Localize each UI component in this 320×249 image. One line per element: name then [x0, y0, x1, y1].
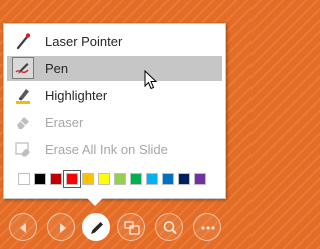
menu-item-pen[interactable]: Pen [7, 56, 222, 81]
color-swatch[interactable] [178, 173, 190, 185]
menu-item-highlighter[interactable]: Highlighter [7, 83, 222, 108]
pen-icon [91, 222, 103, 234]
pen-tool-button[interactable] [82, 213, 110, 241]
color-swatch[interactable] [114, 173, 126, 185]
previous-slide-button[interactable] [9, 213, 37, 241]
color-swatch[interactable] [63, 170, 81, 188]
pen-icon [13, 58, 33, 78]
color-swatch[interactable] [130, 173, 142, 185]
menu-pointer-tail [87, 198, 103, 206]
highlighter-icon [13, 85, 33, 105]
menu-item-label: Highlighter [45, 88, 108, 103]
slides-grid-icon [124, 221, 140, 235]
color-swatch[interactable] [18, 173, 30, 185]
presenter-toolbar [0, 213, 251, 245]
menu-item-erase-all-ink[interactable]: Erase All Ink on Slide [7, 137, 222, 162]
color-swatch[interactable] [98, 173, 110, 185]
laser-pointer-icon [13, 31, 33, 51]
color-swatch[interactable] [162, 173, 174, 185]
color-swatch[interactable] [50, 173, 62, 185]
zoom-button[interactable] [155, 213, 183, 241]
menu-item-label: Laser Pointer [45, 34, 123, 49]
ellipsis-icon [201, 226, 215, 230]
color-swatch[interactable] [82, 173, 94, 185]
next-slide-button[interactable] [47, 213, 75, 241]
menu-item-label: Pen [45, 61, 69, 76]
more-options-button[interactable] [193, 213, 221, 241]
arrow-right-icon [60, 223, 66, 233]
ink-color-palette [18, 170, 210, 188]
menu-item-eraser[interactable]: Eraser [7, 110, 222, 135]
menu-item-label: Eraser [45, 115, 84, 130]
magnifier-icon [163, 221, 177, 235]
mouse-cursor-icon [144, 70, 158, 90]
menu-item-laser-pointer[interactable]: Laser Pointer [7, 29, 222, 54]
color-swatch[interactable] [146, 173, 158, 185]
pointer-options-menu: Laser Pointer Pen Highlighter Eraser Era… [3, 23, 226, 199]
color-swatch[interactable] [194, 173, 206, 185]
arrow-left-icon [20, 223, 26, 233]
erase-all-ink-icon [13, 139, 33, 159]
eraser-icon [13, 112, 33, 132]
see-all-slides-button[interactable] [117, 213, 145, 241]
menu-item-label: Erase All Ink on Slide [45, 142, 168, 157]
color-swatch[interactable] [34, 173, 46, 185]
